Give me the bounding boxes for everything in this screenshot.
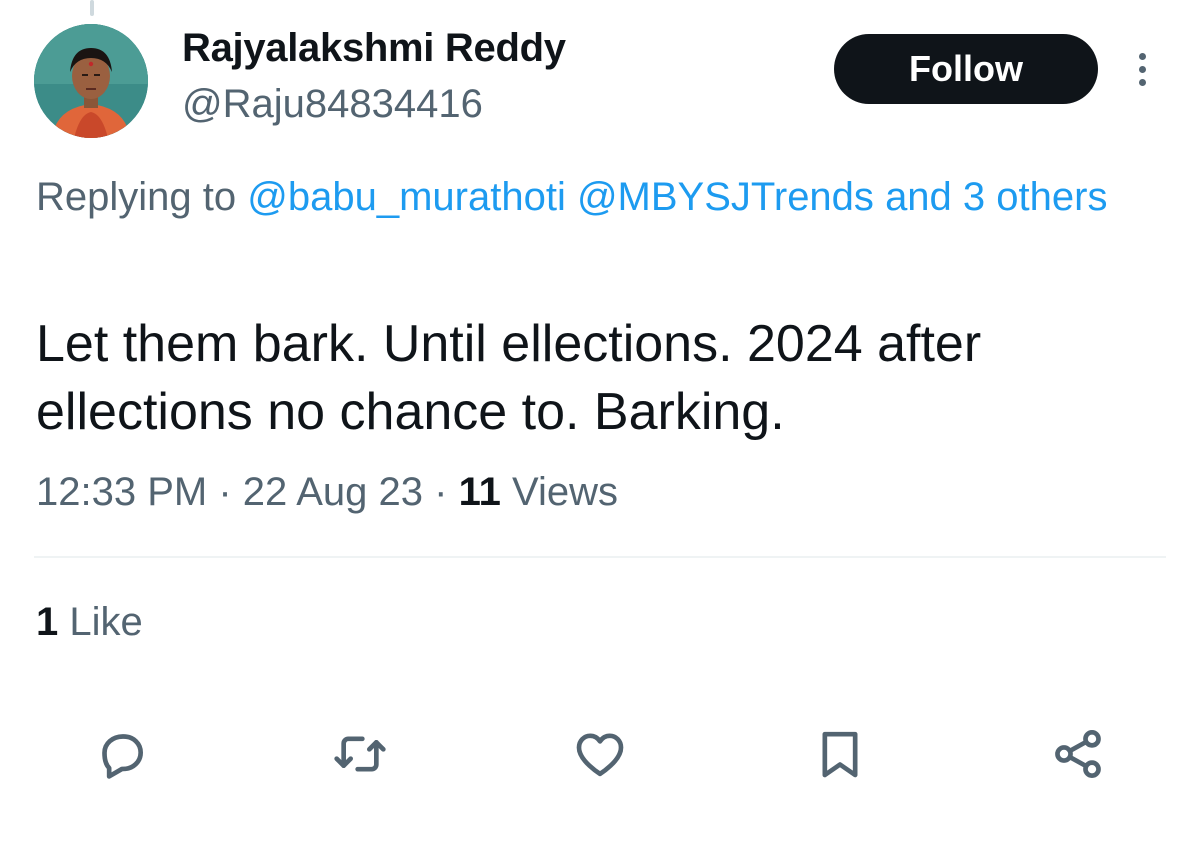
- more-dot: [1138, 78, 1146, 86]
- follow-button[interactable]: Follow: [834, 34, 1098, 104]
- more-options-icon[interactable]: [1122, 44, 1162, 94]
- author-handle[interactable]: @Raju84834416: [182, 82, 483, 127]
- share-button[interactable]: [1048, 724, 1108, 784]
- replying-to: Replying to @babu_murathoti @MBYSJTrends…: [36, 166, 1136, 228]
- others-link[interactable]: and 3 others: [885, 175, 1107, 219]
- bookmark-button[interactable]: [810, 724, 870, 784]
- tweet-date[interactable]: 22 Aug 23: [243, 470, 423, 514]
- avatar[interactable]: [34, 24, 148, 138]
- bookmark-icon: [822, 731, 858, 778]
- tweet-text: Let them bark. Until ellections. 2024 af…: [36, 315, 982, 441]
- more-dot: [1138, 52, 1146, 60]
- views-label: Views: [511, 470, 618, 514]
- retweet-icon: [334, 736, 386, 772]
- reply-icon: [102, 734, 144, 779]
- thread-connector-line: [90, 0, 94, 16]
- more-dot: [1138, 65, 1146, 73]
- reply-button[interactable]: [92, 724, 152, 784]
- mention-link[interactable]: @babu_murathoti: [247, 175, 566, 219]
- heart-icon: [576, 733, 624, 777]
- replying-prefix: Replying to: [36, 175, 237, 219]
- views-count: 11: [458, 470, 501, 514]
- meta-separator: ·: [434, 470, 448, 514]
- retweet-button[interactable]: [330, 724, 390, 784]
- likes-label: Like: [69, 600, 143, 644]
- mention-link[interactable]: @MBYSJTrends: [577, 175, 874, 219]
- likes-count: 1: [36, 600, 59, 644]
- meta-separator: ·: [218, 470, 232, 514]
- divider: [34, 556, 1166, 558]
- author-display-name[interactable]: Rajyalakshmi Reddy: [182, 26, 566, 71]
- share-icon: [1055, 729, 1101, 779]
- tweet-time[interactable]: 12:33 PM: [36, 470, 207, 514]
- tweet-meta: 12:33 PM · 22 Aug 23 · 11 Views: [36, 470, 618, 515]
- like-button[interactable]: [570, 724, 630, 784]
- likes-stat[interactable]: 1 Like: [36, 600, 143, 645]
